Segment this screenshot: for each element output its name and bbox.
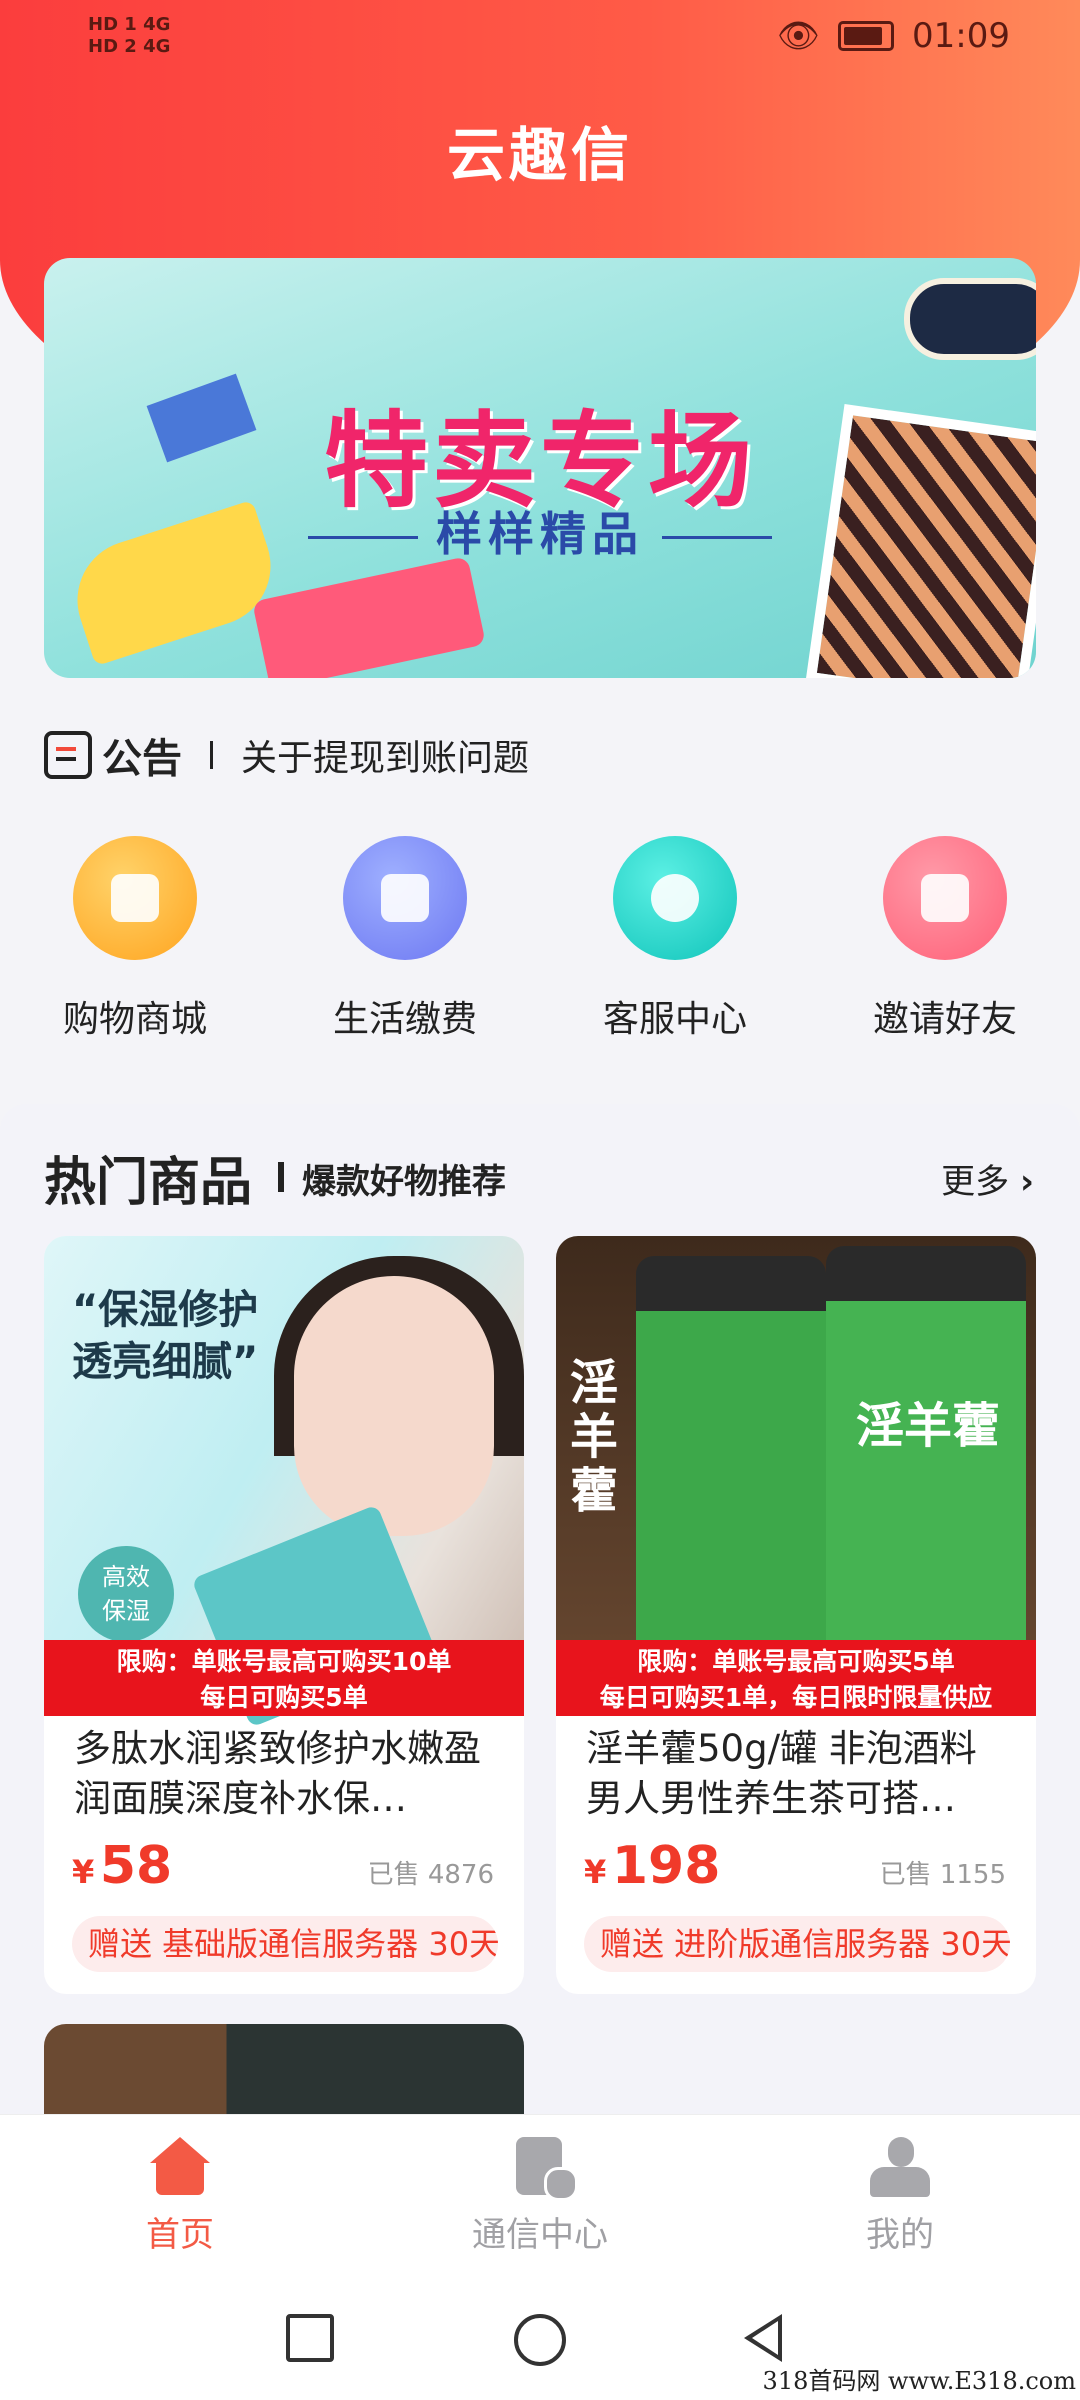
quick-action-label: 客服中心 xyxy=(602,999,747,1040)
chevron-right-icon: › xyxy=(1019,1162,1034,1202)
recents-button[interactable] xyxy=(286,2314,334,2362)
product-image: “保湿修护 透亮细腻” 高效 保湿 限购：单账号最高可购买10单 每日可购买5单 xyxy=(44,1236,524,1728)
watermark: 318首码网 www.E318.com xyxy=(762,2367,1076,2395)
promo-banner[interactable]: 特卖专场 样样精品 xyxy=(44,258,1036,678)
currency-symbol: ¥ xyxy=(72,1853,95,1891)
notice-label: 公告 xyxy=(102,736,182,782)
price-value: 198 xyxy=(611,1836,721,1896)
sold-count: 已售 4876 xyxy=(367,1860,494,1890)
tab-profile[interactable]: 我的 xyxy=(770,2137,1030,2256)
bottom-tab-bar: 首页 通信中心 我的 xyxy=(0,2114,1080,2275)
quick-action-shopping[interactable]: 购物商城 xyxy=(25,828,245,1042)
image-caption: 淫羊藿 xyxy=(570,1355,619,1519)
more-label: 更多 xyxy=(941,1162,1010,1202)
battery-icon xyxy=(838,21,895,51)
system-nav-bar: 318首码网 www.E318.com xyxy=(0,2274,1080,2400)
sim2-label: HD 2 4G xyxy=(88,36,171,57)
quick-action-label: 邀请好友 xyxy=(872,999,1017,1040)
section-divider xyxy=(278,1162,284,1192)
phone-bill-icon xyxy=(343,836,467,960)
product-price: ¥ 198 xyxy=(584,1836,720,1896)
home-button[interactable] xyxy=(514,2314,566,2366)
hot-products-section: 热门商品 爆款好物推荐 更多 › “保湿修护 透亮细腻” 高效 保湿 限购：单账… xyxy=(0,1104,1080,2114)
product-card[interactable]: 淫羊藿 淫羊藿 限购：单账号最高可购买5单 每日可购买1单，每日限时限量供应 淫… xyxy=(556,1236,1036,1994)
model-face-shape xyxy=(294,1276,494,1536)
shopping-bag-icon xyxy=(73,836,197,960)
quick-action-service[interactable]: 客服中心 xyxy=(565,828,785,1042)
product-price: ¥ 58 xyxy=(72,1836,172,1896)
quick-action-invite[interactable]: 邀请好友 xyxy=(835,828,1055,1042)
product-name: 淫羊藿50g/罐 非泡酒料男人男性养生茶可搭… xyxy=(586,1727,977,1820)
gift-tag: 赠送 基础版通信服务器 30天 xyxy=(72,1916,498,1972)
quick-action-bill[interactable]: 生活缴费 xyxy=(295,828,515,1042)
image-badge: 高效 保湿 xyxy=(78,1546,174,1642)
quick-actions: 购物商城 生活缴费 客服中心 邀请好友 xyxy=(0,828,1080,1058)
can-label: 淫羊藿 xyxy=(856,1398,1001,1454)
section-subtitle: 爆款好物推荐 xyxy=(302,1162,506,1202)
tab-label: 首页 xyxy=(146,2215,214,2255)
image-caption: “保湿修护 透亮细腻” xyxy=(72,1287,259,1385)
wallet-illustration xyxy=(252,556,486,678)
status-right-group: 👁 01:09 xyxy=(777,16,1010,56)
price-value: 58 xyxy=(99,1836,173,1896)
notice-bar[interactable]: 公告 关于提现到账问题 xyxy=(44,720,529,790)
tab-home[interactable]: 首页 xyxy=(50,2137,310,2256)
notice-text[interactable]: 关于提现到账问题 xyxy=(241,729,529,781)
tab-label: 通信中心 xyxy=(472,2215,608,2255)
clock: 01:09 xyxy=(912,16,1010,56)
quick-action-label: 生活缴费 xyxy=(332,999,477,1040)
tab-messages[interactable]: 通信中心 xyxy=(410,2137,670,2256)
more-link[interactable]: 更多 › xyxy=(941,1154,1034,1203)
currency-symbol: ¥ xyxy=(584,1853,607,1891)
tea-can-shape xyxy=(636,1256,826,1696)
status-bar: HD 1 4G HD 2 4G 👁 01:09 xyxy=(0,0,1080,80)
limit-line: 每日可购买1单，每日限时限量供应 xyxy=(599,1683,993,1712)
product-card[interactable]: “保湿修护 透亮细腻” 高效 保湿 限购：单账号最高可购买10单 每日可购买5单… xyxy=(44,1236,524,1994)
limit-line: 每日可购买5单 xyxy=(200,1683,368,1712)
headset-icon xyxy=(613,836,737,960)
tab-label: 我的 xyxy=(866,2215,934,2255)
product-card-partial[interactable] xyxy=(44,2024,524,2114)
purchase-limit-banner: 限购：单账号最高可购买5单 每日可购买1单，每日限时限量供应 xyxy=(556,1640,1036,1716)
sunglasses-illustration xyxy=(904,278,1036,360)
sold-count: 已售 1155 xyxy=(879,1860,1006,1890)
limit-line: 限购：单账号最高可购买10单 xyxy=(116,1647,452,1676)
back-button[interactable] xyxy=(744,2314,782,2362)
tea-can-shape xyxy=(826,1246,1026,1706)
notice-divider xyxy=(210,741,213,769)
sim1-label: HD 1 4G xyxy=(88,14,171,35)
message-center-icon xyxy=(510,2137,578,2201)
quick-action-label: 购物商城 xyxy=(62,999,207,1040)
invite-mail-icon xyxy=(883,836,1007,960)
eye-icon: 👁 xyxy=(776,16,821,56)
section-title: 热门商品 xyxy=(44,1153,253,1213)
product-name: 多肽水润紧致修护水嫩盈润面膜深度补水保… xyxy=(74,1727,481,1820)
app-title: 云趣信 xyxy=(446,121,633,189)
banner-subtitle: 样样精品 xyxy=(44,498,1036,564)
notice-icon xyxy=(44,731,92,779)
signal-indicators: HD 1 4G HD 2 4G xyxy=(88,14,170,58)
gift-tag: 赠送 进阶版通信服务器 30天 xyxy=(584,1916,1010,1972)
limit-line: 限购：单账号最高可购买5单 xyxy=(637,1647,955,1676)
home-icon xyxy=(150,2137,210,2197)
product-image: 淫羊藿 淫羊藿 限购：单账号最高可购买5单 每日可购买1单，每日限时限量供应 xyxy=(556,1236,1036,1716)
user-icon xyxy=(870,2137,930,2197)
purchase-limit-banner: 限购：单账号最高可购买10单 每日可购买5单 xyxy=(44,1640,524,1716)
